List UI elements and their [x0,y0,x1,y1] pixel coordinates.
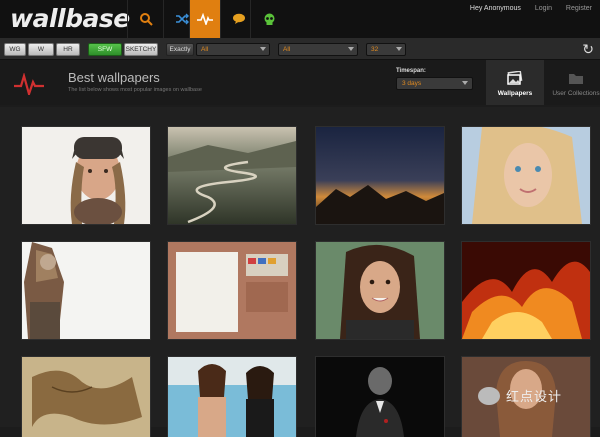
chevron-down-icon [348,47,354,51]
timespan-value: 3 days [402,80,422,87]
tab-wallpapers-label: Wallpapers [497,90,533,97]
watermark-text: 红点设计 [506,390,563,405]
page-subtitle: The list below shows most popular images… [68,87,202,93]
login-link[interactable]: Login [535,5,552,12]
resolution-select[interactable]: All [196,43,270,56]
exactly-button[interactable]: Exactly [166,43,194,56]
sfw-toggle[interactable]: SFW [88,43,122,56]
pulse-icon[interactable] [189,0,220,38]
chevron-down-icon [462,81,468,85]
filter-w-button[interactable]: W [28,43,54,56]
register-link[interactable]: Register [566,5,592,12]
search-icon[interactable] [127,0,164,38]
chevron-down-icon [396,47,402,51]
thumbnail-winding-road[interactable] [168,127,296,224]
filter-wg-button[interactable]: WG [4,43,26,56]
thumbnail-brunette-woman[interactable] [316,242,444,339]
pulse-icon [14,73,44,95]
page-header: Best wallpapers The list below shows mos… [0,60,600,105]
thumbnail-armored-warrior[interactable] [22,242,150,339]
refresh-icon[interactable]: ↻ [582,41,594,58]
filter-hr-button[interactable]: HR [56,43,80,56]
resolution-value: All [201,46,209,53]
skull-icon[interactable] [250,0,287,38]
top-bar: wallbase Hey Anonymous Login Register [0,0,600,39]
aspect-select[interactable]: All [278,43,358,56]
user-greeting: Hey Anonymous [469,5,521,12]
top-links: Hey Anonymous Login Register [458,5,592,12]
thumbnail-old-map[interactable] [22,357,150,437]
page-title: Best wallpapers [68,70,160,85]
thumbnail-fire-art[interactable] [462,242,590,339]
watermark: 红点设计 [478,386,562,405]
timespan-select[interactable]: 3 days [396,77,473,90]
tab-user-collections-label: User Collections [552,90,600,97]
filter-bar: WG W HR SFW SKETCHY Exactly All All 32 ↻ [0,39,600,60]
tab-wallpapers[interactable]: Wallpapers [486,60,544,105]
wechat-icon [478,386,500,405]
aspect-value: All [283,46,291,53]
sketchy-toggle[interactable]: SKETCHY [124,43,158,56]
thumbnail-monkey-suit[interactable] [316,357,444,437]
chevron-down-icon [260,47,266,51]
tab-user-collections[interactable]: User Collections [546,60,600,105]
thumbnail-desk-workspace[interactable] [168,242,296,339]
folder-icon [569,74,583,84]
thumbnail-blonde-woman[interactable] [462,127,590,224]
image-icon [507,71,523,85]
thumbnail-mountain-sunset[interactable] [316,127,444,224]
thumbnail-women-pool[interactable] [168,357,296,437]
per-page-value: 32 [371,46,379,53]
logo[interactable]: wallbase [10,4,130,33]
per-page-select[interactable]: 32 [366,43,406,56]
thumbnail-woman-beanie[interactable] [22,127,150,224]
timespan-label: Timespan: [396,68,426,74]
